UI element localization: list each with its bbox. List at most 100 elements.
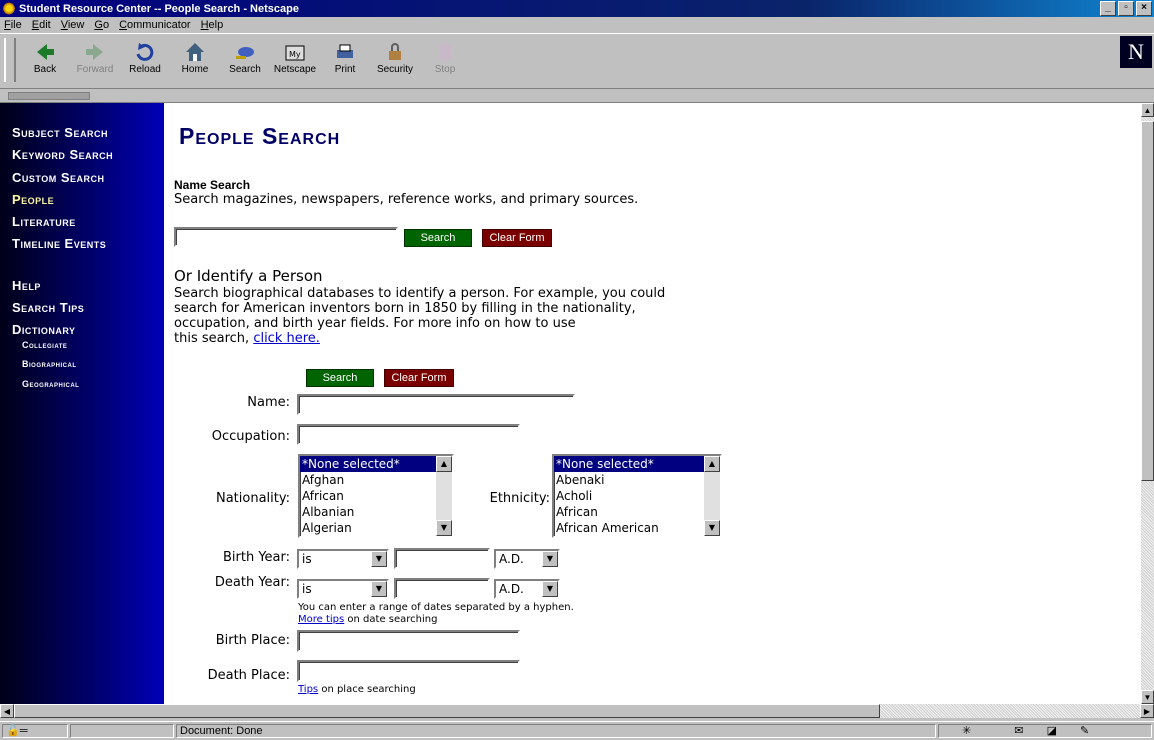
menu-file[interactable]: File bbox=[4, 19, 22, 31]
ethnicity-option[interactable]: African bbox=[554, 504, 720, 520]
sidebar-subitem-collegiate[interactable]: Collegiate bbox=[22, 340, 67, 350]
chevron-down-icon[interactable]: ▼ bbox=[371, 581, 387, 597]
sidebar-item-literature[interactable]: Literature bbox=[12, 214, 76, 229]
vertical-scrollbar[interactable]: ▲ ▼ bbox=[1141, 103, 1154, 704]
identify-search-button[interactable]: Search bbox=[306, 369, 374, 387]
ethnicity-option[interactable]: Acholi bbox=[554, 488, 720, 504]
name-clear-form-button[interactable]: Clear Form bbox=[482, 229, 552, 247]
chevron-down-icon[interactable]: ▼ bbox=[371, 551, 387, 567]
death-year-era-select[interactable]: A.D. ▼ bbox=[494, 579, 560, 599]
identify-clear-form-button[interactable]: Clear Form bbox=[384, 369, 454, 387]
scroll-down-icon[interactable]: ▼ bbox=[704, 520, 720, 536]
composer-icon[interactable]: ✎ bbox=[1080, 725, 1089, 737]
nationality-scrollbar[interactable]: ▲ ▼ bbox=[436, 456, 452, 536]
security-lock-icon[interactable]: 🔓 bbox=[6, 725, 20, 737]
place-tips-link[interactable]: Tips bbox=[298, 684, 318, 695]
sidebar-item-help[interactable]: Help bbox=[12, 278, 41, 293]
reload-button[interactable]: Reload bbox=[120, 38, 170, 88]
scroll-down-icon[interactable]: ▼ bbox=[1141, 690, 1154, 704]
print-button[interactable]: Print bbox=[320, 38, 370, 88]
home-button[interactable]: Home bbox=[170, 38, 220, 88]
window-title: Student Resource Center -- People Search… bbox=[19, 2, 299, 15]
identify-desc-line1: Search biographical databases to identif… bbox=[174, 286, 666, 301]
name-search-button[interactable]: Search bbox=[404, 229, 472, 247]
menu-view[interactable]: View bbox=[61, 19, 85, 31]
ethnicity-scrollbar[interactable]: ▲ ▼ bbox=[704, 456, 720, 536]
nationality-option[interactable]: Afghan bbox=[300, 472, 452, 488]
nationality-option[interactable]: Algerian bbox=[300, 520, 452, 536]
sidebar-item-dictionary[interactable]: Dictionary bbox=[12, 322, 76, 337]
toolbar-collapse-tabs[interactable] bbox=[8, 92, 90, 100]
sidebar-item-search-tips[interactable]: Search Tips bbox=[12, 300, 84, 315]
ethnicity-option[interactable]: *None selected* bbox=[554, 456, 720, 472]
ethnicity-label: Ethnicity: bbox=[489, 491, 550, 506]
toolbar-grip[interactable] bbox=[4, 38, 16, 82]
vertical-scroll-thumb[interactable] bbox=[1141, 121, 1154, 481]
menu-communicator[interactable]: Communicator bbox=[119, 19, 191, 31]
birth-year-operator-select[interactable]: is ▼ bbox=[297, 549, 389, 569]
minimize-button[interactable]: _ bbox=[1100, 1, 1116, 16]
nationality-option[interactable]: *None selected* bbox=[300, 456, 452, 472]
menu-go[interactable]: Go bbox=[94, 19, 109, 31]
date-tips-note: More tips on date searching bbox=[298, 614, 437, 625]
close-button[interactable]: × bbox=[1136, 1, 1152, 16]
menu-help[interactable]: Help bbox=[201, 19, 224, 31]
search-toolbar-button[interactable]: Search bbox=[220, 38, 270, 88]
scroll-right-icon[interactable]: ▶ bbox=[1140, 704, 1154, 718]
nationality-option[interactable]: African bbox=[300, 488, 452, 504]
sidebar-item-custom-search[interactable]: Custom Search bbox=[12, 170, 105, 185]
scroll-up-icon[interactable]: ▲ bbox=[436, 456, 452, 472]
scroll-up-icon[interactable]: ▲ bbox=[1141, 103, 1154, 117]
reload-icon bbox=[136, 43, 154, 61]
occupation-label: Occupation: bbox=[211, 429, 290, 444]
nationality-option[interactable]: Albanian bbox=[300, 504, 452, 520]
name-search-input[interactable] bbox=[174, 227, 398, 247]
scroll-left-icon[interactable]: ◀ bbox=[0, 704, 14, 718]
click-here-link[interactable]: click here. bbox=[253, 331, 320, 346]
occupation-field[interactable] bbox=[297, 424, 520, 445]
name-label: Name: bbox=[247, 395, 290, 410]
maximize-button[interactable]: ▫ bbox=[1118, 1, 1134, 16]
status-bar: 🔓═ Document: Done ✳ ✉ ◪ ✎ bbox=[0, 721, 1154, 740]
name-field[interactable] bbox=[297, 394, 575, 415]
stop-icon bbox=[439, 44, 451, 60]
chevron-down-icon[interactable]: ▼ bbox=[542, 551, 558, 567]
ethnicity-listbox[interactable]: *None selected* Abenaki Acholi African A… bbox=[552, 454, 722, 538]
stop-button[interactable]: Stop bbox=[420, 38, 470, 88]
death-year-input[interactable] bbox=[394, 578, 490, 599]
death-year-operator-select[interactable]: is ▼ bbox=[297, 579, 389, 599]
ethnicity-option[interactable]: Abenaki bbox=[554, 472, 720, 488]
my-netscape-icon: My bbox=[285, 45, 305, 61]
netscape-button[interactable]: My Netscape bbox=[270, 38, 320, 88]
navigator-icon[interactable]: ✳ bbox=[962, 725, 971, 737]
forward-button[interactable]: Forward bbox=[70, 38, 120, 88]
birth-place-input[interactable] bbox=[297, 630, 520, 652]
security-button[interactable]: Security bbox=[370, 38, 420, 88]
birth-year-era-select[interactable]: A.D. ▼ bbox=[494, 549, 560, 569]
sidebar-item-people[interactable]: People bbox=[12, 192, 54, 207]
sidebar-item-timeline-events[interactable]: Timeline Events bbox=[12, 236, 106, 251]
sidebar-item-keyword-search[interactable]: Keyword Search bbox=[12, 147, 113, 162]
horizontal-scrollbar[interactable]: ◀ ▶ bbox=[0, 704, 1154, 718]
sidebar-item-subject-search[interactable]: Subject Search bbox=[12, 125, 108, 140]
ethnicity-option[interactable]: African American bbox=[554, 520, 720, 536]
mail-icon[interactable]: ✉ bbox=[1014, 725, 1023, 737]
scroll-down-icon[interactable]: ▼ bbox=[436, 520, 452, 536]
scroll-up-icon[interactable]: ▲ bbox=[704, 456, 720, 472]
nationality-listbox[interactable]: *None selected* Afghan African Albanian … bbox=[298, 454, 454, 538]
sidebar-subitem-biographical[interactable]: Biographical bbox=[22, 359, 77, 369]
birth-year-input[interactable] bbox=[394, 548, 490, 569]
place-tips-note: Tips on place searching bbox=[298, 684, 416, 695]
netscape-logo[interactable]: N bbox=[1120, 36, 1152, 68]
back-button[interactable]: Back bbox=[20, 38, 70, 88]
discussions-icon[interactable]: ◪ bbox=[1047, 725, 1057, 737]
connection-plug-icon: ═ bbox=[19, 725, 28, 737]
horizontal-scroll-thumb[interactable] bbox=[14, 704, 880, 718]
chevron-down-icon[interactable]: ▼ bbox=[542, 581, 558, 597]
menu-edit[interactable]: Edit bbox=[32, 19, 51, 31]
search-icon bbox=[236, 47, 254, 59]
sidebar-subitem-geographical[interactable]: Geographical bbox=[22, 379, 79, 389]
more-tips-link[interactable]: More tips bbox=[298, 614, 344, 625]
reload-label: Reload bbox=[129, 64, 161, 75]
death-place-input[interactable] bbox=[297, 660, 520, 682]
